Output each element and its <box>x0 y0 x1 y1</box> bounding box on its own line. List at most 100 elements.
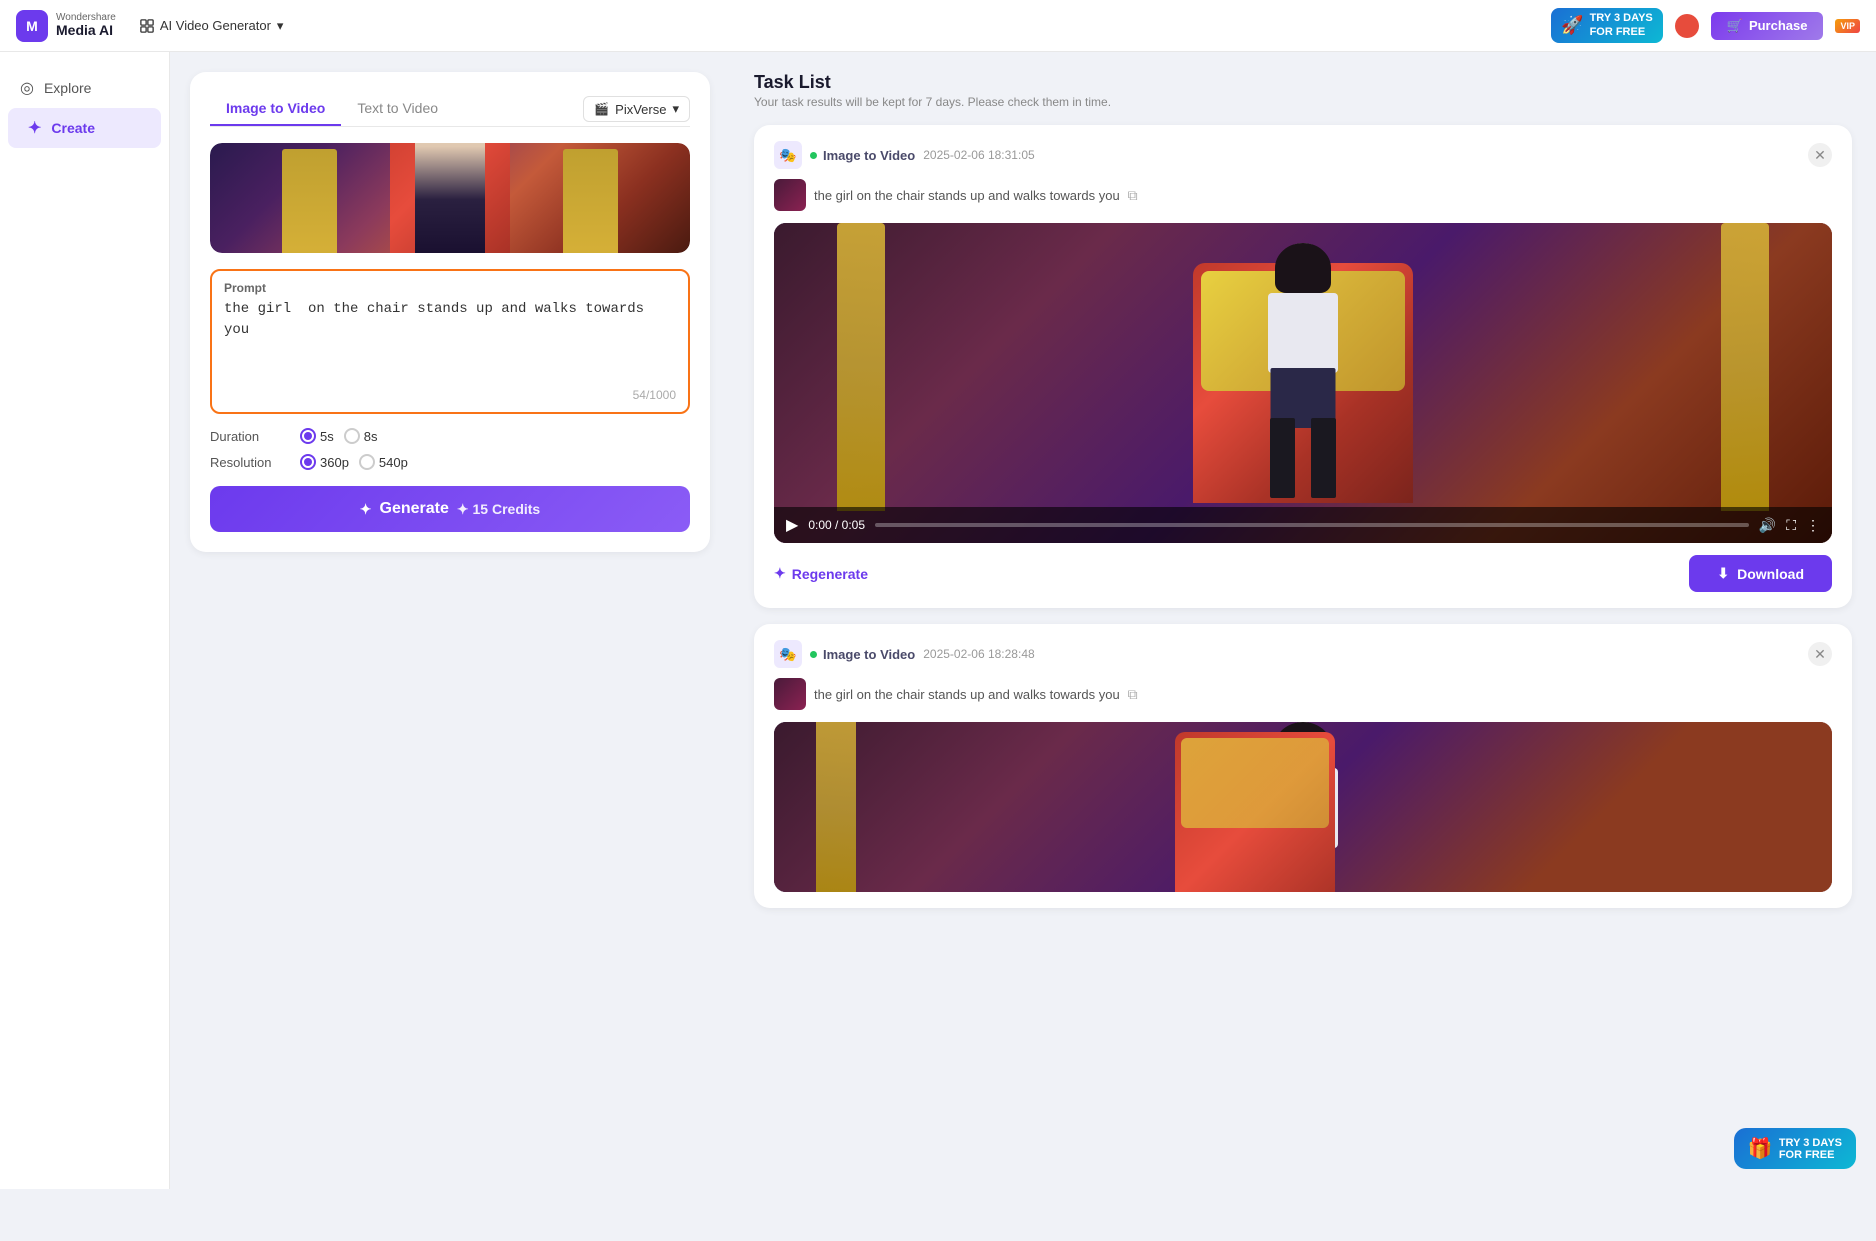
task-thumbnail-2 <box>774 678 806 710</box>
video-player-1[interactable]: ▶ 0:00 / 0:05 🔊 ⛶ ⋮ <box>774 223 1832 543</box>
task-timestamp-1: 2025-02-06 18:31:05 <box>923 148 1034 162</box>
tab-image-to-video[interactable]: Image to Video <box>210 92 341 126</box>
right-panel: Task List Your task results will be kept… <box>730 52 1876 1189</box>
task-close-button-1[interactable]: ✕ <box>1808 143 1832 167</box>
sidebar-item-create-label: Create <box>51 120 95 136</box>
duration-radio-group: 5s 8s <box>300 428 377 444</box>
download-icon-1: ⬇ <box>1717 565 1729 582</box>
pixverse-label: PixVerse <box>615 102 666 117</box>
radio-540p-indicator <box>359 454 375 470</box>
gift-icon: 🎁 <box>1748 1136 1773 1161</box>
task-type-icon-1: 🎭 <box>774 141 802 169</box>
task-timestamp-2: 2025-02-06 18:28:48 <box>923 647 1034 661</box>
progress-bar-1[interactable] <box>875 523 1749 527</box>
generate-lightning-icon: ✦ <box>360 501 372 518</box>
download-button-1[interactable]: ⬇ Download <box>1689 555 1832 592</box>
video-bg-2 <box>774 722 1832 892</box>
prompt-label: Prompt <box>224 281 676 295</box>
task-card-2-meta: 🎭 Image to Video 2025-02-06 18:28:48 <box>774 640 1035 668</box>
deco-pillar-left <box>282 149 337 254</box>
volume-icon-1[interactable]: 🔊 <box>1759 517 1776 534</box>
status-dot-1 <box>810 152 817 159</box>
video-bg-1 <box>774 223 1832 543</box>
uploaded-image-preview <box>210 143 690 253</box>
tabs: Image to Video Text to Video <box>210 92 454 126</box>
task-list-subtitle: Your task results will be kept for 7 day… <box>754 95 1852 109</box>
tab-text-to-video[interactable]: Text to Video <box>341 92 454 126</box>
anime-figure-preview <box>415 143 485 253</box>
pixverse-selector[interactable]: 🎬 PixVerse ▾ <box>583 96 690 122</box>
purchase-button[interactable]: 🛒 Purchase <box>1711 12 1824 40</box>
play-button-1[interactable]: ▶ <box>786 515 798 535</box>
create-card: Image to Video Text to Video 🎬 PixVerse … <box>190 72 710 552</box>
video-player-2[interactable] <box>774 722 1832 892</box>
task-user-icon-1: 🎭 <box>779 147 796 164</box>
vip-badge: VIP <box>1835 19 1860 33</box>
task-close-button-2[interactable]: ✕ <box>1808 642 1832 666</box>
duration-8s[interactable]: 8s <box>344 428 378 444</box>
prompt-box[interactable]: Prompt the girl on the chair stands up a… <box>210 269 690 414</box>
duration-row: Duration 5s 8s <box>210 428 690 444</box>
sidebar-item-explore-label: Explore <box>44 80 91 96</box>
generate-label: Generate <box>380 500 449 518</box>
duration-group: Duration 5s 8s <box>210 428 377 444</box>
cart-icon: 🛒 <box>1727 18 1743 34</box>
regenerate-button-1[interactable]: ✦ Regenerate <box>774 557 868 590</box>
try-free-bottom-banner[interactable]: 🎁 TRY 3 DAYS FOR FREE <box>1734 1128 1856 1169</box>
user-avatar[interactable] <box>1675 14 1699 38</box>
main-layout: ◎ Explore ✦ Create Image to Video Text t… <box>0 52 1876 1189</box>
pixverse-icon: 🎬 <box>594 102 609 116</box>
resolution-row: Resolution 360p 540p <box>210 454 690 470</box>
generate-button[interactable]: ✦ Generate ✦ 15 Credits <box>210 486 690 532</box>
task-card-2: 🎭 Image to Video 2025-02-06 18:28:48 ✕ t… <box>754 624 1852 908</box>
explore-icon: ◎ <box>20 78 34 98</box>
logo-icon: M <box>16 10 48 42</box>
logo-area[interactable]: M Wondershare Media AI <box>16 10 116 42</box>
dropdown-chevron: ▾ <box>277 18 284 34</box>
task-list-header: Task List Your task results will be kept… <box>754 72 1852 109</box>
radio-8s-indicator <box>344 428 360 444</box>
task-list-title: Task List <box>754 72 1852 93</box>
create-icon: ✦ <box>28 118 41 138</box>
sidebar-item-create[interactable]: ✦ Create <box>8 108 161 148</box>
purchase-label: Purchase <box>1749 18 1808 33</box>
task-prompt-row-1: the girl on the chair stands up and walk… <box>774 179 1832 211</box>
radio-5s-indicator <box>300 428 316 444</box>
radio-360p-indicator <box>300 454 316 470</box>
video-pillar-left <box>837 223 885 511</box>
duration-5s[interactable]: 5s <box>300 428 334 444</box>
regenerate-icon-1: ✦ <box>774 565 786 582</box>
task-card-2-header: 🎭 Image to Video 2025-02-06 18:28:48 ✕ <box>774 640 1832 668</box>
copy-icon-1[interactable]: ⧉ <box>1128 187 1138 204</box>
fullscreen-icon-1[interactable]: ⛶ <box>1786 517 1796 534</box>
topnav: M Wondershare Media AI AI Video Generato… <box>0 0 1876 52</box>
video-time-1: 0:00 / 0:05 <box>808 518 865 532</box>
try-free-text: TRY 3 DAYS FOR FREE <box>1590 12 1653 38</box>
deco-pillar-right <box>563 149 618 254</box>
resolution-label: Resolution <box>210 455 290 470</box>
sidebar-item-explore[interactable]: ◎ Explore <box>0 68 169 108</box>
resolution-360p[interactable]: 360p <box>300 454 349 470</box>
task-thumbnail-1 <box>774 179 806 211</box>
task-type-label-2: Image to Video <box>810 647 915 662</box>
task-prompt-text-1: the girl on the chair stands up and walk… <box>814 188 1120 203</box>
task-card-1-header: 🎭 Image to Video 2025-02-06 18:31:05 ✕ <box>774 141 1832 169</box>
topnav-right: 🚀 TRY 3 DAYS FOR FREE 🛒 Purchase VIP <box>1551 8 1860 42</box>
task-prompt-text-2: the girl on the chair stands up and walk… <box>814 687 1120 702</box>
resolution-radio-group: 360p 540p <box>300 454 408 470</box>
pixverse-chevron: ▾ <box>672 101 679 117</box>
product-dropdown[interactable]: AI Video Generator ▾ <box>140 18 284 34</box>
image-upload-area[interactable] <box>210 143 690 253</box>
video-pillar-right <box>1721 223 1769 511</box>
copy-icon-2[interactable]: ⧉ <box>1128 686 1138 703</box>
sidebar: ◎ Explore ✦ Create <box>0 52 170 1189</box>
char-count: 54/1000 <box>224 388 676 402</box>
more-options-icon-1[interactable]: ⋮ <box>1806 517 1820 534</box>
video-anime-figure <box>1248 243 1358 503</box>
try-free-banner[interactable]: 🚀 TRY 3 DAYS FOR FREE <box>1551 8 1663 42</box>
prompt-textarea[interactable]: the girl on the chair stands up and walk… <box>224 299 676 379</box>
try-free-bottom-text: TRY 3 DAYS FOR FREE <box>1779 1137 1842 1161</box>
resolution-540p[interactable]: 540p <box>359 454 408 470</box>
topnav-left: M Wondershare Media AI AI Video Generato… <box>16 10 283 42</box>
resolution-group: Resolution 360p 540p <box>210 454 408 470</box>
